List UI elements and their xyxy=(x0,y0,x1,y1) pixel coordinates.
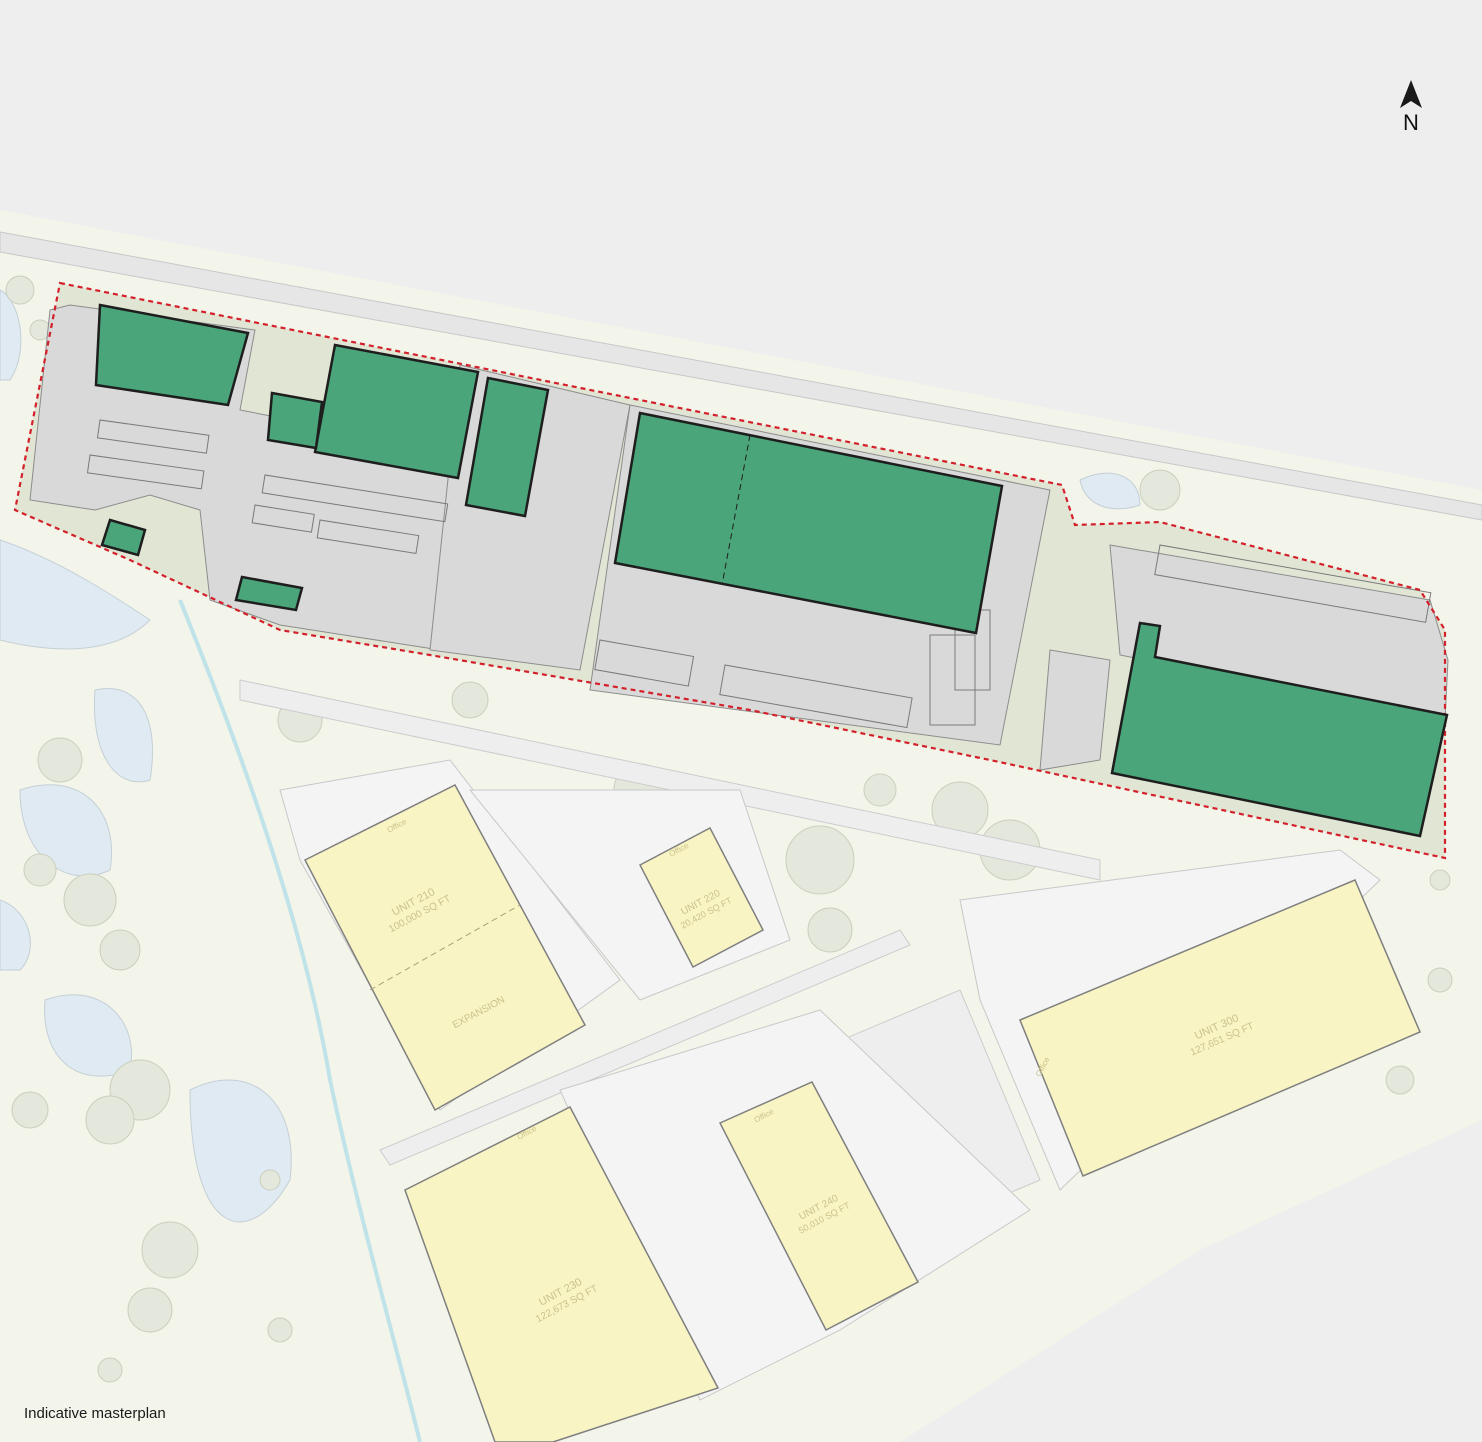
building-annex xyxy=(266,391,324,450)
map-caption: Indicative masterplan xyxy=(24,1405,166,1422)
site-masterplan-map: UNIT 210 100,000 SQ FT EXPANSION Office … xyxy=(0,210,1482,1442)
north-arrow: N xyxy=(1396,78,1426,136)
north-arrow-icon xyxy=(1400,80,1422,108)
north-letter: N xyxy=(1403,110,1419,135)
